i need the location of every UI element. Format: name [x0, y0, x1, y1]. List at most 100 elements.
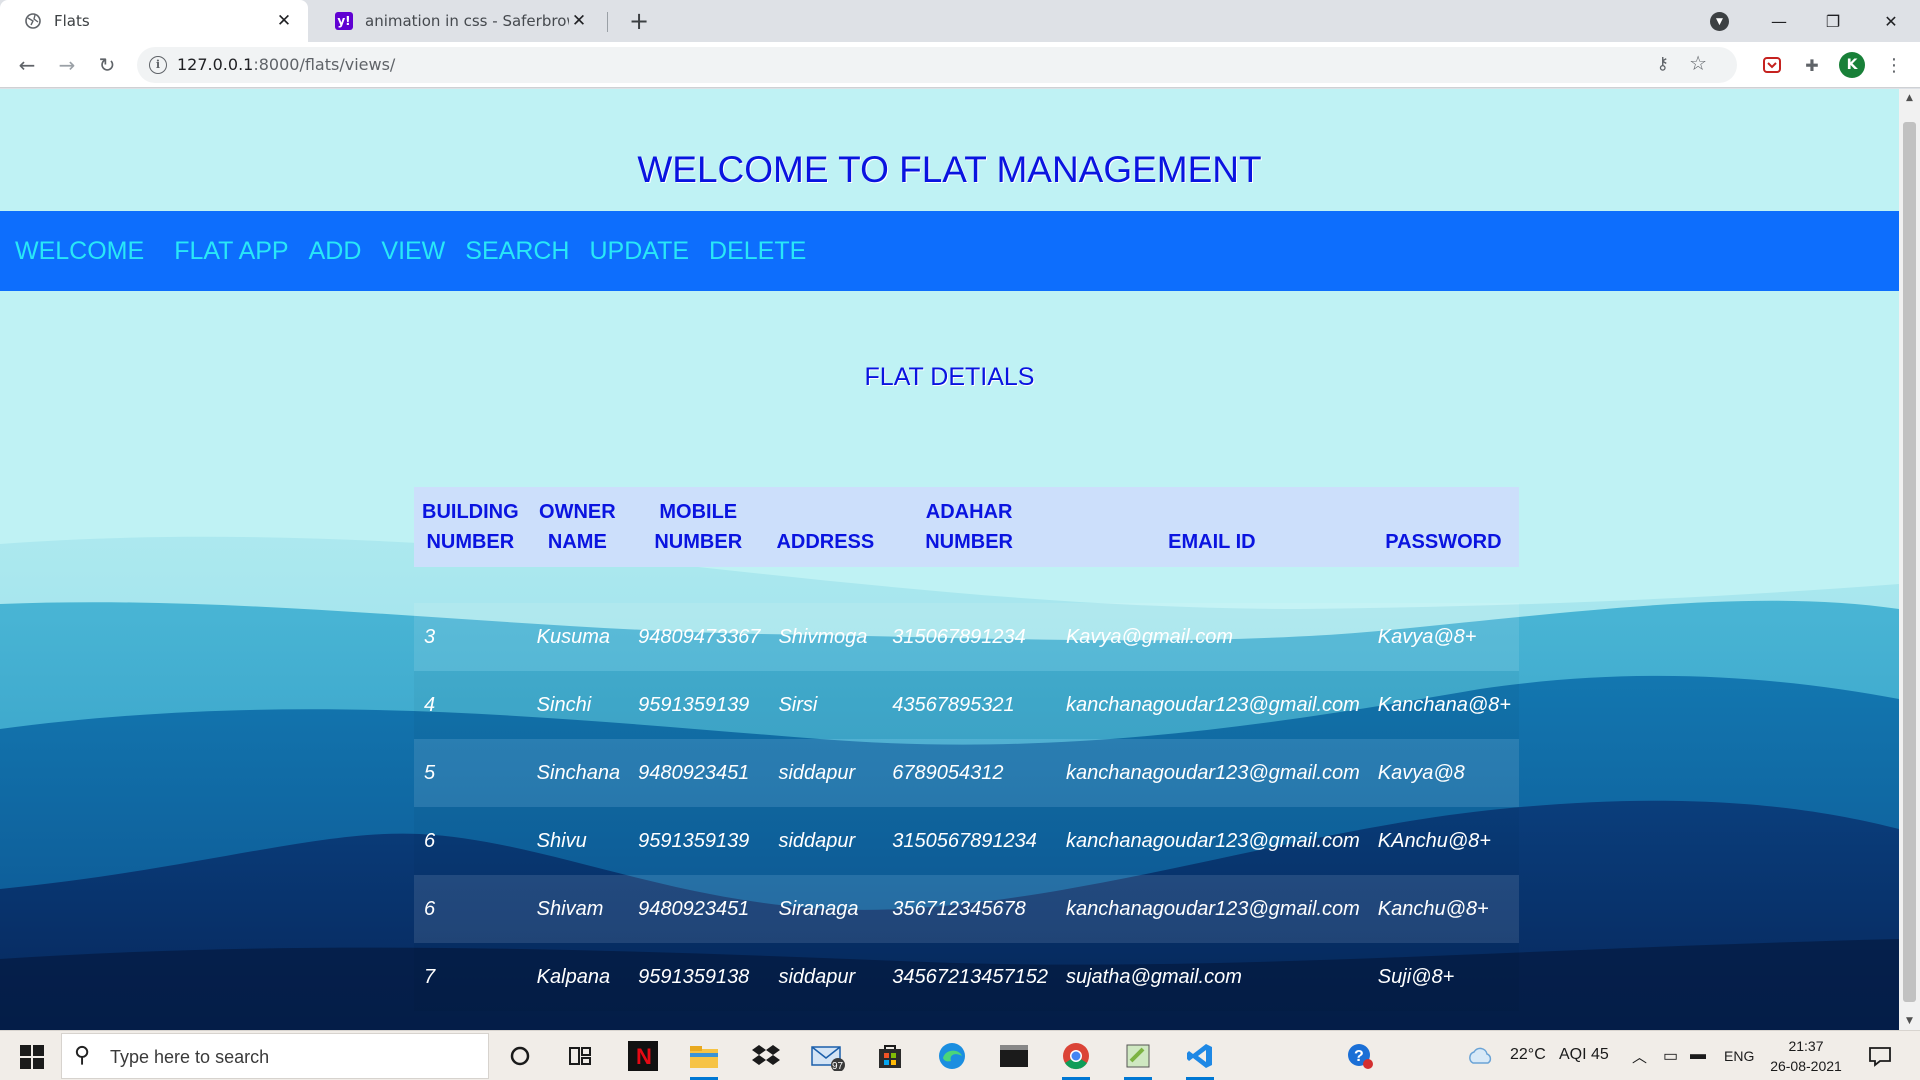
nav-delete[interactable]: DELETE	[709, 237, 806, 266]
netflix-icon[interactable]: N	[623, 1036, 663, 1076]
page-scrollbar[interactable]: ▲ ▼	[1899, 89, 1920, 1030]
table-cell: Sirsi	[778, 693, 818, 716]
weather-temp[interactable]: 22°C	[1510, 1046, 1546, 1064]
table-cell: Shivmoga	[778, 625, 868, 648]
table-row: 5 Sinchana 9480923451 siddapur 6789054312 kan…	[414, 739, 1519, 807]
scrollbar-thumb[interactable]	[1903, 122, 1916, 1002]
dropbox-icon[interactable]	[746, 1036, 786, 1076]
table-cell: Siranaga	[778, 897, 859, 920]
close-tab-icon[interactable]: ✕	[569, 11, 589, 31]
mail-icon[interactable]: 97	[808, 1036, 848, 1076]
table-cell: Kanchana@8+	[1377, 693, 1511, 716]
store-icon[interactable]	[870, 1036, 910, 1076]
terminal-icon[interactable]	[994, 1036, 1034, 1076]
table-cell: kanchanagoudar123@gmail.com	[1065, 829, 1360, 852]
table-cell: kanchanagoudar123@gmail.com	[1065, 761, 1360, 784]
language-indicator[interactable]: ENG	[1724, 1048, 1754, 1064]
table-cell: 7	[424, 965, 436, 988]
nav-welcome[interactable]: WELCOME	[15, 237, 144, 266]
taskbar-search-input[interactable]: ⚲ Type here to search	[61, 1033, 489, 1079]
close-tab-icon[interactable]: ✕	[274, 11, 294, 31]
clock-time: 21:37	[1788, 1038, 1824, 1054]
table-cell: Suji@8+	[1377, 965, 1455, 988]
tab-title: animation in css - Saferbrowser Y	[365, 12, 569, 30]
table-cell: Kalpana	[536, 965, 611, 988]
svg-text:N: N	[636, 1044, 652, 1069]
nav-flat-app[interactable]: FLAT APP	[174, 237, 288, 266]
table-cell: 94809473367	[638, 625, 761, 648]
tab-separator	[607, 12, 608, 32]
table-cell: Kavya@gmail.com	[1065, 625, 1233, 648]
weather-cloud-icon[interactable]	[1465, 1036, 1495, 1076]
extensions-puzzle-icon[interactable]: ✚	[1801, 54, 1823, 76]
meet-now-icon[interactable]: ▭	[1663, 1046, 1678, 1066]
cortana-icon[interactable]	[500, 1036, 540, 1076]
tab-strip: Flats ✕ y! animation in css - Saferbrows…	[0, 0, 1920, 42]
new-tab-button[interactable]: +	[624, 6, 654, 36]
table-cell: Sinchana	[536, 761, 621, 784]
nav-search[interactable]: SEARCH	[465, 237, 569, 266]
table-row: 6 Shivu 9591359139 siddapur 3150567891234 kan…	[414, 807, 1519, 875]
table-cell: Shivam	[536, 897, 604, 920]
chevron-up-icon[interactable]: ︿	[1632, 1046, 1647, 1067]
tab-title: Flats	[54, 12, 90, 30]
notifications-icon[interactable]	[1860, 1036, 1900, 1076]
table-row: 7 Kalpana 9591359138 siddapur 34567213457152…	[414, 943, 1519, 1011]
page-viewport: WELCOME TO FLAT MANAGEMENT WELCOME FLAT …	[0, 89, 1899, 1030]
nav-update[interactable]: UPDATE	[589, 237, 689, 266]
tab-animation-css[interactable]: y! animation in css - Saferbrowser Y ✕	[311, 0, 603, 42]
table-cell: 4	[424, 693, 436, 716]
table-cell: Kusuma	[536, 625, 611, 648]
edge-icon[interactable]	[932, 1036, 972, 1076]
reload-icon[interactable]: ↻	[92, 50, 122, 80]
back-icon[interactable]: ←	[12, 50, 42, 80]
menu-kebab-icon[interactable]: ⋮	[1883, 54, 1905, 76]
table-cell: Shivu	[536, 829, 587, 852]
table-cell: 9480923451	[638, 761, 750, 784]
restore-button[interactable]: ❐	[1806, 0, 1860, 42]
battery-icon[interactable]: ▬	[1690, 1046, 1706, 1064]
flat-details-table: BUILDING NUMBER OWNER NAME MOBILE NUMBER AD…	[414, 487, 1519, 1011]
address-bar[interactable]: i 127.0.0.1:8000/flats/views/ ⚷ ☆	[137, 47, 1737, 83]
forward-icon[interactable]: →	[52, 50, 82, 80]
table-cell: 9480923451	[638, 897, 750, 920]
star-icon[interactable]: ☆	[1689, 51, 1707, 75]
table-spacer	[414, 567, 1519, 603]
nav-view[interactable]: VIEW	[381, 237, 445, 266]
search-placeholder: Type here to search	[110, 1047, 270, 1067]
table-header-row: BUILDING NUMBER OWNER NAME MOBILE NUMBER AD…	[414, 487, 1519, 567]
close-window-button[interactable]: ✕	[1864, 0, 1918, 42]
scroll-up-icon[interactable]: ▲	[1899, 89, 1920, 107]
file-explorer-icon[interactable]	[684, 1036, 724, 1080]
table-cell: 3	[424, 625, 436, 648]
taskbar-clock[interactable]: 21:37 26-08-2021	[1766, 1036, 1846, 1076]
search-icon: ⚲	[74, 1043, 91, 1068]
aqi-value[interactable]: AQI 45	[1559, 1046, 1609, 1064]
url-text[interactable]: 127.0.0.1:8000/flats/views/	[177, 55, 395, 74]
chrome-icon[interactable]	[1056, 1036, 1096, 1080]
table-cell: 5	[424, 761, 436, 784]
minimize-button[interactable]: —	[1752, 0, 1806, 42]
notepad-plus-icon[interactable]	[1118, 1036, 1158, 1080]
column-header: OWNER NAME	[539, 501, 616, 553]
tab-search-icon[interactable]: ▼	[1710, 12, 1729, 31]
profile-avatar[interactable]: K	[1839, 52, 1865, 78]
table-cell: 3150567891234	[892, 829, 1037, 852]
key-icon[interactable]: ⚷	[1657, 54, 1669, 74]
url-host: 127.0.0.1	[177, 55, 254, 74]
windows-start-icon[interactable]	[10, 1041, 52, 1071]
table-cell: kanchanagoudar123@gmail.com	[1065, 693, 1360, 716]
site-info-icon[interactable]: i	[149, 56, 167, 74]
scroll-down-icon[interactable]: ▼	[1899, 1012, 1920, 1030]
table-cell: siddapur	[778, 829, 856, 852]
vscode-icon[interactable]	[1180, 1036, 1220, 1080]
nav-add[interactable]: ADD	[309, 237, 362, 266]
column-header: EMAIL ID	[1168, 531, 1256, 553]
page-title: WELCOME TO FLAT MANAGEMENT	[637, 149, 1262, 190]
globe-icon	[24, 12, 42, 30]
mail-badge: 97	[832, 1061, 844, 1071]
tab-flats[interactable]: Flats ✕	[0, 0, 308, 42]
help-icon[interactable]: ?	[1340, 1036, 1380, 1076]
pocket-extension-icon[interactable]	[1761, 54, 1783, 76]
task-view-icon[interactable]	[560, 1036, 600, 1076]
